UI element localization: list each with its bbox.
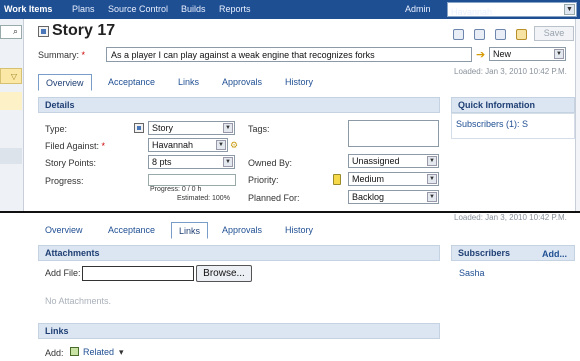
- details-header: Details: [38, 97, 440, 113]
- save-button[interactable]: Save: [534, 26, 574, 41]
- planned-for-select[interactable]: Backlog ▼: [348, 190, 439, 204]
- tab-overview[interactable]: Overview: [38, 222, 90, 239]
- right-edge: [575, 19, 580, 211]
- nav-admin[interactable]: Admin: [405, 4, 431, 14]
- subscriber-name[interactable]: Sasha: [459, 268, 485, 278]
- owned-by-label: Owned By:: [248, 158, 293, 168]
- sidebar-section-toggle[interactable]: ▽: [0, 68, 22, 84]
- links-header: Links: [38, 323, 440, 339]
- tab-approvals[interactable]: Approvals: [215, 222, 269, 239]
- state-select[interactable]: New ▼: [489, 47, 566, 61]
- left-sidebar: [0, 19, 24, 211]
- page-title: Story 17: [52, 22, 116, 39]
- filed-against-label-text: Filed Against:: [45, 141, 100, 151]
- browse-button[interactable]: Browse...: [196, 265, 252, 282]
- loaded-timestamp: Loaded: Jan 3, 2010 10:42 P.M.: [454, 67, 567, 76]
- filed-against-select[interactable]: Havannah ▼: [148, 138, 228, 152]
- owned-by-select[interactable]: Unassigned ▼: [348, 154, 439, 168]
- filed-against-label: Filed Against: *: [45, 141, 105, 151]
- related-link-icon: [70, 347, 79, 356]
- refresh-icon[interactable]: [516, 29, 527, 40]
- subscribe-icon[interactable]: [495, 29, 506, 40]
- loaded-timestamp-bottom: Loaded: Jan 3, 2010 10:42 P.M.: [454, 213, 567, 222]
- subscribers-link[interactable]: Subscribers (1): S: [456, 119, 528, 129]
- add-link-label: Add:: [45, 348, 64, 358]
- project-select[interactable]: Havannah ▼: [447, 2, 577, 17]
- required-marker: *: [81, 50, 86, 60]
- attachments-header: Attachments: [38, 245, 440, 261]
- summary-input[interactable]: As a player I can play against a weak en…: [106, 47, 472, 62]
- top-nav-bar: Work Items Plans Source Control Builds R…: [0, 0, 580, 19]
- planned-for-label: Planned For:: [248, 193, 300, 203]
- tab-history[interactable]: History: [278, 222, 320, 239]
- sidebar-item[interactable]: [0, 148, 22, 164]
- story-points-select[interactable]: 8 pts ▼: [148, 155, 235, 169]
- sidebar-highlight: [0, 92, 22, 110]
- no-attachments-text: No Attachments.: [45, 296, 112, 306]
- chevron-down-icon: ▽: [10, 72, 17, 81]
- chevron-down-icon: ▼: [564, 4, 575, 15]
- tab-approvals[interactable]: Approvals: [215, 74, 269, 91]
- copy-link-icon[interactable]: [474, 29, 485, 40]
- chevron-down-icon: ▼: [427, 174, 437, 184]
- nav-builds[interactable]: Builds: [181, 4, 206, 14]
- required-marker: *: [101, 141, 106, 151]
- sidebar-search-input[interactable]: ⌕: [0, 25, 22, 39]
- nav-reports[interactable]: Reports: [219, 4, 251, 14]
- filed-against-select-value: Havannah: [152, 140, 194, 150]
- related-link-menu[interactable]: Related: [83, 347, 114, 357]
- progress-text: Progress: 0 / 0 h: [150, 186, 202, 193]
- subscribers-header-text: Subscribers: [458, 248, 511, 258]
- type-label: Type:: [45, 124, 68, 134]
- priority-label: Priority:: [248, 175, 279, 185]
- tags-label: Tags:: [248, 124, 270, 134]
- team-area-icon[interactable]: ⚙: [230, 140, 238, 151]
- priority-select[interactable]: Medium ▼: [348, 172, 439, 186]
- chevron-down-icon: ▼: [554, 49, 564, 59]
- add-file-label: Add File:: [45, 268, 81, 278]
- add-subscriber-link[interactable]: Add...: [542, 249, 567, 259]
- nav-source-control[interactable]: Source Control: [108, 4, 168, 14]
- estimated-text: Estimated: 100%: [177, 195, 230, 202]
- chevron-down-icon: ▼: [223, 123, 233, 133]
- nav-plans[interactable]: Plans: [72, 4, 95, 14]
- owned-by-select-value: Unassigned: [352, 156, 400, 166]
- summary-label-text: Summary:: [38, 50, 80, 60]
- tab-links[interactable]: Links: [171, 222, 209, 239]
- priority-icon: [333, 174, 341, 185]
- chevron-down-icon: ▼: [427, 156, 437, 166]
- search-icon: ⌕: [12, 26, 18, 36]
- summary-label: Summary: *: [38, 50, 85, 60]
- tab-links[interactable]: Links: [171, 74, 206, 91]
- chevron-down-icon: ▼: [427, 192, 437, 202]
- tab-history[interactable]: History: [278, 74, 320, 91]
- quick-info-header: Quick Information: [451, 97, 575, 113]
- story-points-select-value: 8 pts: [152, 157, 172, 167]
- priority-select-value: Medium: [352, 174, 385, 184]
- file-path-input[interactable]: [82, 266, 194, 281]
- chevron-down-icon: ▼: [216, 140, 226, 150]
- tab-acceptance[interactable]: Acceptance: [101, 222, 162, 239]
- tab-acceptance[interactable]: Acceptance: [101, 74, 162, 91]
- type-select-value: Story: [152, 123, 174, 133]
- project-select-value: Havannah: [451, 7, 493, 17]
- chevron-down-icon: ▼: [223, 157, 233, 167]
- story-type-icon: [134, 123, 144, 133]
- workflow-arrow-icon: ➔: [476, 49, 486, 61]
- tab-overview[interactable]: Overview: [38, 74, 92, 91]
- type-select[interactable]: Story ▼: [148, 121, 235, 135]
- story-type-icon: [38, 26, 49, 37]
- planned-for-select-value: Backlog: [352, 192, 385, 202]
- print-icon[interactable]: [453, 29, 464, 40]
- state-select-value: New: [493, 49, 512, 59]
- progress-label: Progress:: [45, 176, 84, 186]
- chevron-down-icon[interactable]: ▾: [119, 347, 124, 358]
- tags-input[interactable]: [348, 120, 439, 147]
- story-points-label: Story Points:: [45, 158, 97, 168]
- nav-work-items[interactable]: Work Items: [4, 4, 52, 14]
- progress-bar: [148, 174, 236, 186]
